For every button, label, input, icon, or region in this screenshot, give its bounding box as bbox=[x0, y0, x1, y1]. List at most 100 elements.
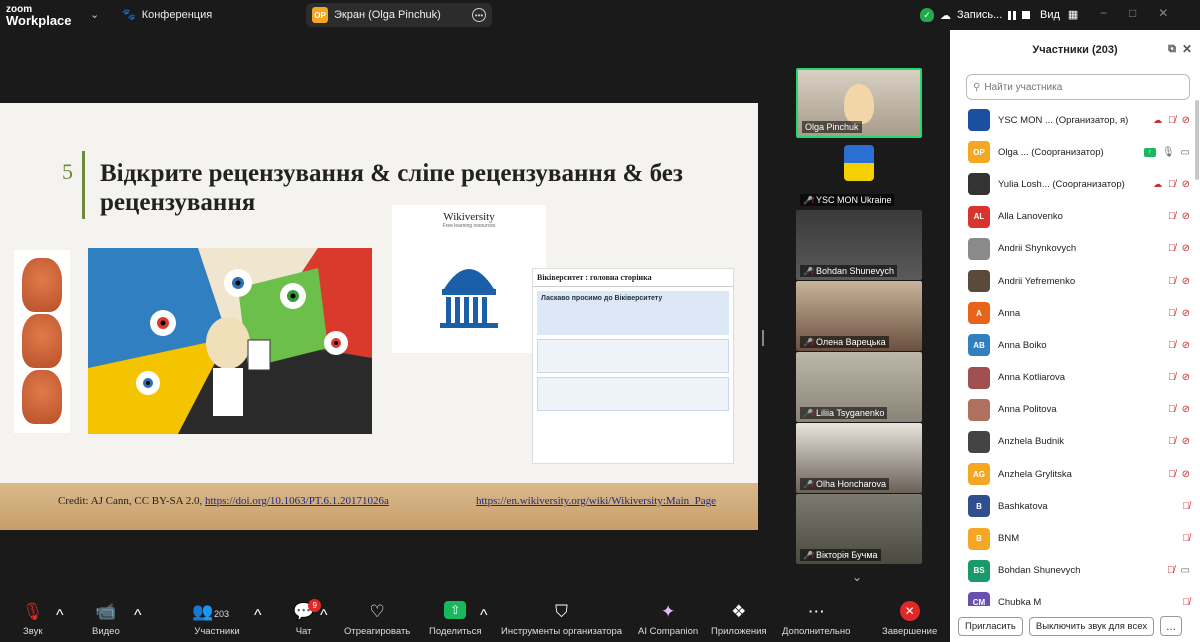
participants-panel: Участники (203) ⧉ ✕ ⚲ YSC MON ... (Орган… bbox=[950, 30, 1200, 642]
participant-row[interactable]: YSC MON ... (Организатор, я) ☁ 🎙̸ ⊘ bbox=[950, 104, 1200, 136]
ai-companion-button[interactable]: ✦ AI Companion bbox=[638, 601, 698, 637]
video-tile[interactable]: 🎤̸ YSC MON Ukraine bbox=[796, 139, 922, 209]
minimize-icon[interactable]: − bbox=[1100, 6, 1107, 20]
participant-row[interactable]: Anna Politova 🎙̸ ⊘ bbox=[950, 394, 1200, 426]
mic-off-icon[interactable]: 🎙̸ bbox=[1167, 565, 1175, 576]
participant-search[interactable]: ⚲ bbox=[966, 74, 1190, 100]
video-off-icon[interactable]: ⊘ bbox=[1182, 276, 1190, 287]
avatar: AG bbox=[968, 463, 990, 486]
view-button[interactable]: Вид ▦ bbox=[1040, 8, 1078, 22]
video-off-icon[interactable]: ⊘ bbox=[1182, 404, 1190, 415]
screen-share-indicator[interactable]: OP Экран (Olga Pinchuk) ••• bbox=[306, 3, 492, 27]
mic-off-icon[interactable]: 🎙̸ bbox=[1183, 597, 1191, 606]
video-options-chevron-icon[interactable]: ^ bbox=[134, 607, 142, 625]
participant-row[interactable]: A Anna 🎙̸ ⊘ bbox=[950, 297, 1200, 329]
participants-options-chevron-icon[interactable]: ^ bbox=[254, 607, 262, 625]
mic-off-icon[interactable]: 🎙̸ bbox=[1168, 276, 1176, 287]
meeting-info-button[interactable]: 🐾 Конференция bbox=[122, 8, 212, 22]
mic-off-icon[interactable]: 🎙̸ bbox=[1168, 115, 1176, 126]
video-off-icon[interactable]: ⊘ bbox=[1182, 372, 1190, 383]
video-off-icon[interactable]: ⊘ bbox=[1182, 469, 1190, 480]
pop-out-icon[interactable]: ⧉ bbox=[1168, 43, 1176, 56]
mic-off-icon[interactable]: 🎙̸ bbox=[1168, 469, 1176, 480]
chat-options-chevron-icon[interactable]: ^ bbox=[320, 607, 328, 625]
close-window-icon[interactable]: ✕ bbox=[1158, 6, 1168, 20]
mic-off-icon[interactable]: 🎙̸ bbox=[1168, 372, 1176, 383]
video-icon[interactable]: ▭ bbox=[1181, 565, 1190, 576]
avatar: OP bbox=[968, 141, 990, 164]
video-off-icon[interactable]: ⊘ bbox=[1182, 179, 1190, 190]
video-button[interactable]: 📹 Видео bbox=[92, 601, 120, 637]
video-tile[interactable]: 🎤̸ Вікторія Бучма bbox=[796, 494, 922, 564]
end-meeting-button[interactable]: ✕ Завершение bbox=[882, 601, 937, 637]
video-icon[interactable]: ▭ bbox=[1181, 147, 1190, 158]
chevron-down-icon[interactable]: ⌄ bbox=[90, 8, 99, 21]
mic-off-icon[interactable]: 🎙̸ bbox=[1168, 211, 1176, 222]
participant-row[interactable]: AB Anna Boiko 🎙̸ ⊘ bbox=[950, 329, 1200, 361]
reactions-button[interactable]: ♡ Отреагировать bbox=[344, 601, 410, 637]
participant-row[interactable]: OP Olga ... (Соорганизатор) ↑ 🎙 ▭ bbox=[950, 136, 1200, 168]
apps-button[interactable]: ❖ Приложения bbox=[711, 601, 767, 637]
view-label: Вид bbox=[1040, 8, 1060, 21]
more-button[interactable]: ⋯ Дополнительно bbox=[782, 601, 850, 637]
avatar: B bbox=[968, 495, 990, 518]
credit-link[interactable]: https://doi.org/10.1063/PT.6.1.20171026a bbox=[205, 495, 389, 507]
participant-row[interactable]: Anzhela Budnik 🎙̸ ⊘ bbox=[950, 426, 1200, 458]
video-tile[interactable]: 🎤̸ Olha Honcharova bbox=[796, 423, 922, 493]
zoom-logo: zoom Workplace bbox=[6, 4, 72, 28]
video-tile[interactable]: Olga Pinchuk bbox=[796, 68, 922, 138]
mic-off-icon[interactable]: 🎙̸ bbox=[1168, 340, 1176, 351]
participant-row[interactable]: Andrii Yefremenko 🎙̸ ⊘ bbox=[950, 265, 1200, 297]
audio-options-chevron-icon[interactable]: ^ bbox=[56, 607, 64, 625]
wikiversity-logo-icon bbox=[440, 269, 498, 328]
mic-off-icon[interactable]: 🎙̸ bbox=[1168, 404, 1176, 415]
security-shield-icon[interactable]: ✓ bbox=[920, 8, 934, 22]
close-panel-icon[interactable]: ✕ bbox=[1182, 42, 1192, 56]
splitter-handle[interactable] bbox=[762, 330, 764, 346]
participant-row[interactable]: Anna Kotliarova 🎙̸ ⊘ bbox=[950, 362, 1200, 394]
participant-row[interactable]: Andrii Shynkovych 🎙̸ ⊘ bbox=[950, 233, 1200, 265]
video-off-icon[interactable]: ⊘ bbox=[1182, 340, 1190, 351]
chat-button[interactable]: 💬 9 Чат bbox=[293, 599, 322, 637]
more-icon[interactable]: ••• bbox=[472, 8, 486, 22]
video-tile[interactable]: 🎤̸ Liliia Tsyganenko bbox=[796, 352, 922, 422]
pause-recording-button[interactable] bbox=[1008, 10, 1017, 20]
video-tile[interactable]: 🎤̸ Олена Варецька bbox=[796, 281, 922, 351]
participant-row[interactable]: Yulia Losh... (Соорганизатор) ☁ 🎙̸ ⊘ bbox=[950, 168, 1200, 200]
video-off-icon[interactable]: ⊘ bbox=[1182, 308, 1190, 319]
share-options-chevron-icon[interactable]: ^ bbox=[480, 607, 488, 625]
participant-name: Bohdan Shunevych bbox=[998, 565, 1081, 577]
wikiversity-link[interactable]: https://en.wikiversity.org/wiki/Wikivers… bbox=[476, 495, 716, 507]
video-tile[interactable]: 🎤̸ Bohdan Shunevych bbox=[796, 210, 922, 280]
video-off-icon[interactable]: ⊘ bbox=[1182, 211, 1190, 222]
mic-off-icon[interactable]: 🎙̸ bbox=[1183, 501, 1191, 512]
participant-row[interactable]: B Bashkatova 🎙̸ bbox=[950, 490, 1200, 522]
video-off-icon[interactable]: ⊘ bbox=[1182, 243, 1190, 254]
stop-recording-button[interactable] bbox=[1022, 11, 1031, 19]
mic-off-icon[interactable]: 🎙̸ bbox=[1168, 243, 1176, 254]
mic-off-icon[interactable]: 🎙̸ bbox=[1168, 179, 1176, 190]
video-off-icon[interactable]: ⊘ bbox=[1182, 436, 1190, 447]
maximize-icon[interactable]: □ bbox=[1129, 6, 1136, 20]
participants-button[interactable]: 👥 203 Участники bbox=[192, 601, 242, 637]
video-off-icon[interactable]: ⊘ bbox=[1182, 115, 1190, 126]
audio-button[interactable]: 🎙 Звук bbox=[22, 601, 44, 637]
mic-off-icon[interactable]: 🎙̸ bbox=[1183, 533, 1191, 544]
participant-name: YSC MON ... (Организатор, я) bbox=[998, 114, 1129, 126]
mic-off-icon[interactable]: 🎙̸ bbox=[1168, 308, 1176, 319]
mic-off-icon[interactable]: 🎙̸ bbox=[1168, 436, 1176, 447]
invite-button[interactable]: Пригласить bbox=[958, 616, 1023, 636]
share-screen-button[interactable]: ⇧ Поделиться bbox=[429, 601, 481, 637]
participant-row[interactable]: AG Anzhela Grylitska 🎙̸ ⊘ bbox=[950, 458, 1200, 490]
mic-icon[interactable]: 🎙 bbox=[1162, 147, 1175, 158]
participant-row[interactable]: AL Alla Lanovenko 🎙̸ ⊘ bbox=[950, 201, 1200, 233]
host-tools-button[interactable]: ⛉ Инструменты организатора bbox=[501, 601, 622, 637]
more-tiles-chevron-icon[interactable]: ⌄ bbox=[852, 570, 862, 584]
more-options-button[interactable]: ... bbox=[1160, 616, 1183, 636]
participant-row[interactable]: B BNM 🎙̸ bbox=[950, 522, 1200, 554]
recording-indicator[interactable]: ✓ ☁ Запись... bbox=[920, 3, 1031, 27]
search-input[interactable] bbox=[984, 81, 1175, 93]
mute-all-button[interactable]: Выключить звук для всех bbox=[1028, 616, 1155, 636]
participant-row[interactable]: CM Chubka M 🎙̸ bbox=[950, 587, 1200, 606]
participant-row[interactable]: BS Bohdan Shunevych 🎙̸ ▭ bbox=[950, 555, 1200, 587]
